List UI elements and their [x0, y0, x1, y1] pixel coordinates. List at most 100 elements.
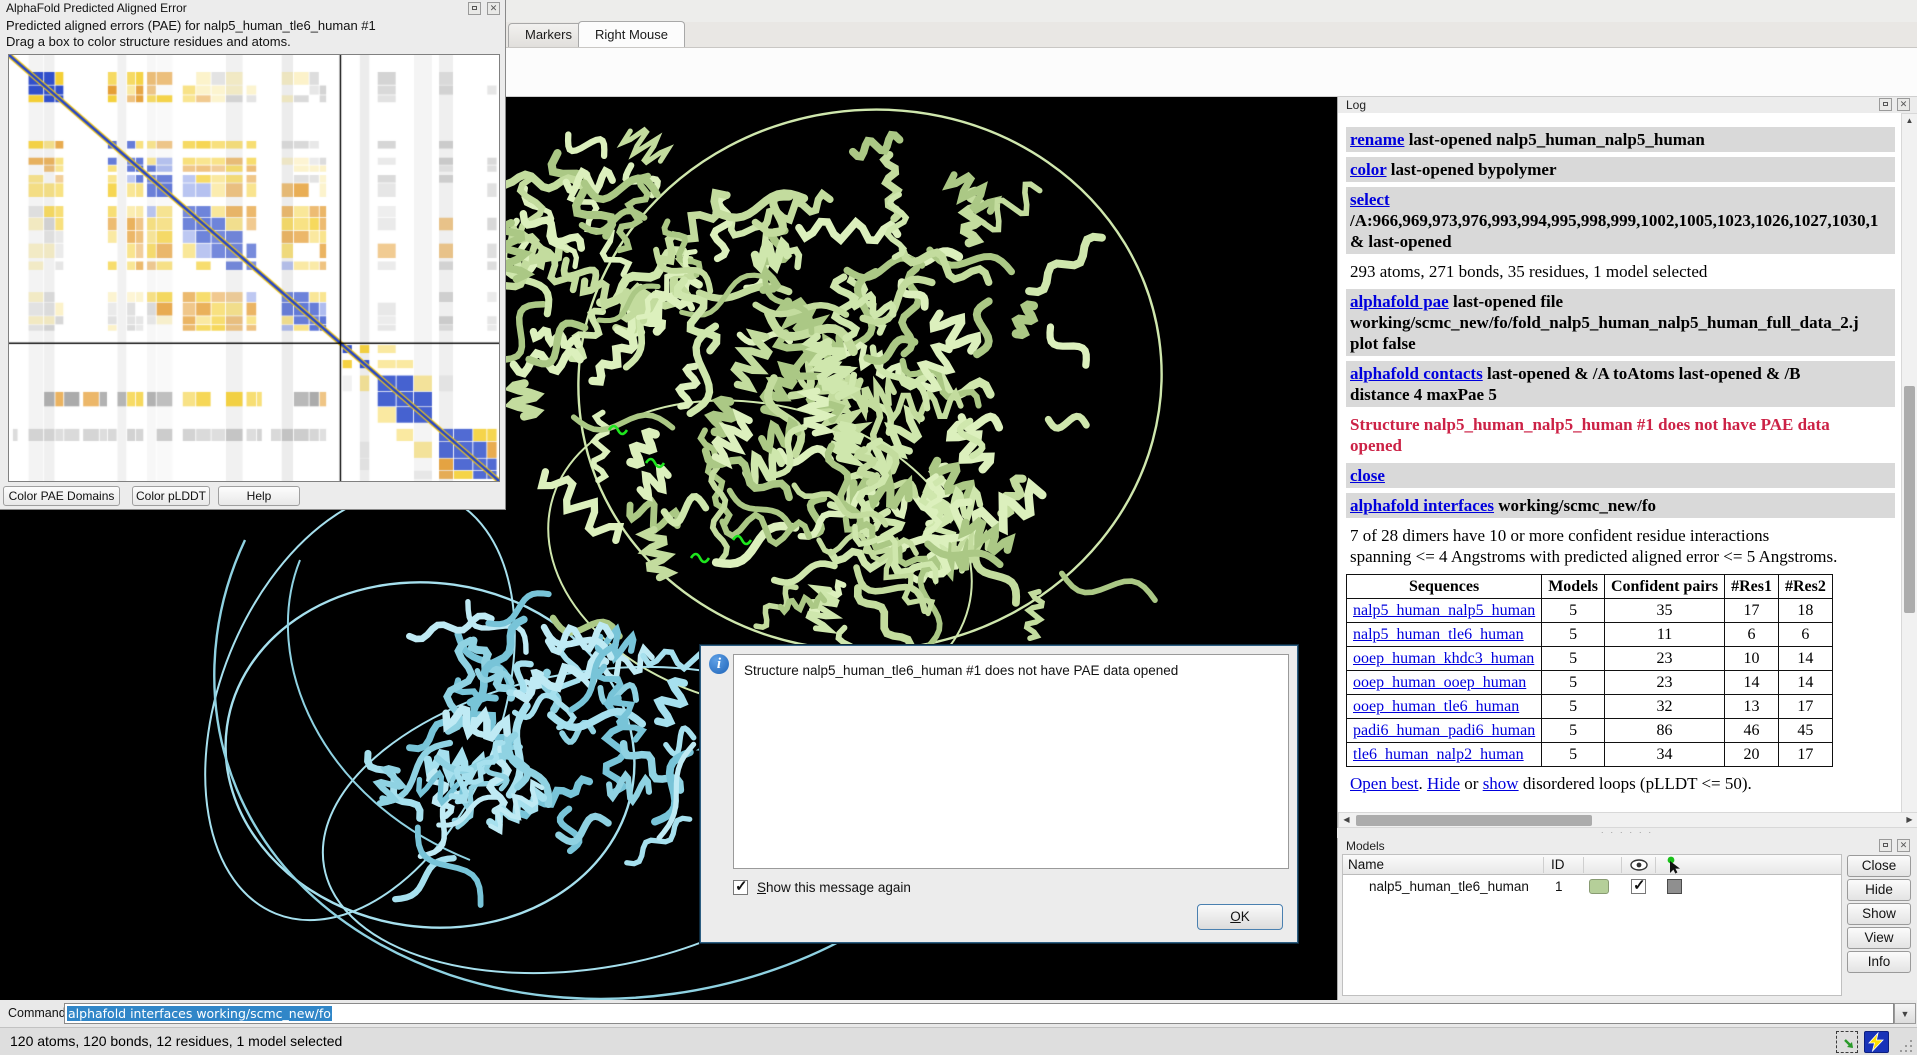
models-panel-header: Models ✕	[1338, 838, 1917, 854]
pae-panel-titlebar[interactable]: AlphaFold Predicted Aligned Error ✕	[0, 0, 505, 17]
pae-panel-description: Predicted aligned errors (PAE) for nalp5…	[6, 18, 376, 50]
command-label: Command:	[8, 1000, 69, 1027]
log-command-echo: alphafold contacts last-opened & /A toAt…	[1346, 361, 1895, 407]
log-vertical-scrollbar[interactable]: ▲ ▼	[1901, 113, 1917, 828]
table-row: ooep_human_khdc3_human5231014	[1347, 647, 1833, 671]
models-panel-title: Models	[1346, 839, 1385, 853]
pae-heatmap[interactable]	[9, 55, 499, 481]
command-bar: Command: alphafold interfaces working/sc…	[0, 1000, 1917, 1027]
info-model-button[interactable]: Info	[1847, 951, 1911, 973]
log-panel: Log ✕ rename last-opened nalp5_human_nal…	[1337, 97, 1917, 828]
model-color-swatch[interactable]	[1589, 879, 1609, 894]
show-again-label: Show this message again	[757, 880, 911, 895]
show-model-button[interactable]: Show	[1847, 903, 1911, 925]
log-content: rename last-opened nalp5_human_nalp5_hum…	[1338, 113, 1901, 812]
log-link[interactable]: rename	[1350, 130, 1404, 149]
model-selected-box[interactable]	[1667, 879, 1682, 894]
sequence-link[interactable]: ooep_human_tle6_human	[1353, 698, 1519, 715]
log-link[interactable]: color	[1350, 160, 1387, 179]
log-horizontal-scrollbar[interactable]: ◀ ▶	[1338, 812, 1917, 828]
selection-mode-icon[interactable]	[1836, 1031, 1858, 1053]
log-command-echo: alphafold interfaces working/scmc_new/fo	[1346, 493, 1895, 518]
log-link[interactable]: Hide	[1427, 774, 1460, 793]
sequence-link[interactable]: nalp5_human_tle6_human	[1353, 626, 1524, 643]
close-model-button[interactable]: Close	[1847, 855, 1911, 877]
table-header: Models	[1542, 575, 1605, 599]
log-panel-header: Log ✕	[1338, 97, 1917, 113]
table-row: ooep_human_tle6_human5321317	[1347, 695, 1833, 719]
models-panel: Models ✕ Name ID nalp5_human_tle6_	[1337, 838, 1917, 1000]
selection-cursor-icon[interactable]	[1665, 856, 1681, 874]
scroll-left-icon[interactable]: ◀	[1339, 813, 1354, 828]
pae-hint: Drag a box to color structure residues a…	[6, 34, 376, 50]
sequence-link[interactable]: tle6_human_nalp2_human	[1353, 746, 1524, 763]
column-name[interactable]: Name	[1348, 857, 1384, 872]
panel-splitter[interactable]: · · · · · ·	[1337, 828, 1917, 838]
models-column-header[interactable]: Name ID	[1343, 855, 1841, 875]
visibility-eye-icon[interactable]	[1630, 859, 1648, 871]
pae-plot[interactable]	[8, 54, 500, 482]
model-row[interactable]: nalp5_human_tle6_human 1	[1343, 876, 1841, 898]
log-link[interactable]: alphafold contacts	[1350, 364, 1483, 383]
table-row: tle6_human_nalp2_human5342017	[1347, 743, 1833, 767]
log-command-echo: alphafold pae last-opened fileworking/sc…	[1346, 289, 1895, 356]
color-pae-domains-button[interactable]: Color PAE Domains	[3, 486, 120, 506]
close-icon[interactable]: ✕	[1897, 839, 1910, 852]
log-link[interactable]: select	[1350, 190, 1390, 209]
table-row: ooep_human_ooep_human5231414	[1347, 671, 1833, 695]
table-row: padi6_human_padi6_human5864645	[1347, 719, 1833, 743]
log-link[interactable]: alphafold pae	[1350, 292, 1449, 311]
color-plddt-button[interactable]: Color pLDDT	[132, 486, 210, 506]
close-icon[interactable]: ✕	[1897, 98, 1910, 111]
help-button[interactable]: Help	[218, 486, 300, 506]
sequence-link[interactable]: ooep_human_khdc3_human	[1353, 650, 1534, 667]
log-link[interactable]: show	[1483, 774, 1519, 793]
sequence-link[interactable]: padi6_human_padi6_human	[1353, 722, 1535, 739]
hide-model-button[interactable]: Hide	[1847, 879, 1911, 901]
log-link[interactable]: Open best	[1350, 774, 1418, 793]
tab-markers[interactable]: Markers	[508, 23, 589, 47]
log-output: 293 atoms, 271 bonds, 35 residues, 1 mod…	[1346, 259, 1895, 284]
undock-icon[interactable]	[1879, 839, 1892, 852]
undock-icon[interactable]	[468, 2, 481, 15]
resize-grip[interactable]	[1900, 1040, 1914, 1053]
log-error-message: Structure nalp5_human_nalp5_human #1 doe…	[1346, 412, 1895, 458]
tab-right-mouse[interactable]: Right Mouse	[578, 21, 685, 47]
model-name[interactable]: nalp5_human_tle6_human	[1369, 879, 1529, 894]
log-output: Open best. Hide or show disordered loops…	[1346, 771, 1895, 796]
status-bar: 120 atoms, 120 bonds, 12 residues, 1 mod…	[0, 1027, 1917, 1055]
log-command-echo: rename last-opened nalp5_human_nalp5_hum…	[1346, 127, 1895, 152]
log-link[interactable]: close	[1350, 466, 1385, 485]
log-link[interactable]: alphafold interfaces	[1350, 496, 1494, 515]
model-id: 1	[1555, 879, 1563, 894]
models-table: Name ID nalp5_human_tle6_human 1	[1342, 854, 1842, 996]
undock-icon[interactable]	[1879, 98, 1892, 111]
close-icon[interactable]: ✕	[487, 2, 500, 15]
pae-panel-title: AlphaFold Predicted Aligned Error	[6, 1, 187, 15]
info-icon: i	[709, 654, 729, 674]
table-row: nalp5_human_nalp5_human5351718	[1347, 599, 1833, 623]
scroll-up-icon[interactable]: ▲	[1902, 114, 1917, 129]
log-hscroll-thumb[interactable]	[1356, 815, 1592, 826]
table-row: nalp5_human_tle6_human51166	[1347, 623, 1833, 647]
model-shown-checkbox[interactable]	[1631, 879, 1646, 894]
status-text: 120 atoms, 120 bonds, 12 residues, 1 mod…	[10, 1028, 342, 1055]
scroll-right-icon[interactable]: ▶	[1902, 813, 1917, 828]
sequence-link[interactable]: ooep_human_ooep_human	[1353, 674, 1526, 691]
table-header: #Res1	[1725, 575, 1779, 599]
ok-button[interactable]: OK	[1197, 904, 1283, 930]
table-header: Sequences	[1347, 575, 1542, 599]
alphafold-pae-panel: AlphaFold Predicted Aligned Error ✕ Pred…	[0, 0, 506, 510]
command-selected-text: alphafold interfaces working/scmc_new/fo	[67, 1006, 332, 1021]
show-again-checkbox[interactable]	[733, 880, 748, 895]
view-model-button[interactable]: View	[1847, 927, 1911, 949]
log-output: 7 of 28 dimers have 10 or more confident…	[1346, 523, 1895, 569]
command-input[interactable]: alphafold interfaces working/scmc_new/fo	[64, 1003, 1894, 1024]
sequence-link[interactable]: nalp5_human_nalp5_human	[1353, 602, 1535, 619]
column-id[interactable]: ID	[1551, 857, 1565, 872]
log-vscroll-thumb[interactable]	[1904, 386, 1915, 613]
table-header: Confident pairs	[1604, 575, 1724, 599]
lightning-speed-icon[interactable]	[1864, 1031, 1889, 1053]
command-history-dropdown[interactable]: ▼	[1894, 1003, 1916, 1024]
log-panel-title: Log	[1346, 98, 1366, 112]
